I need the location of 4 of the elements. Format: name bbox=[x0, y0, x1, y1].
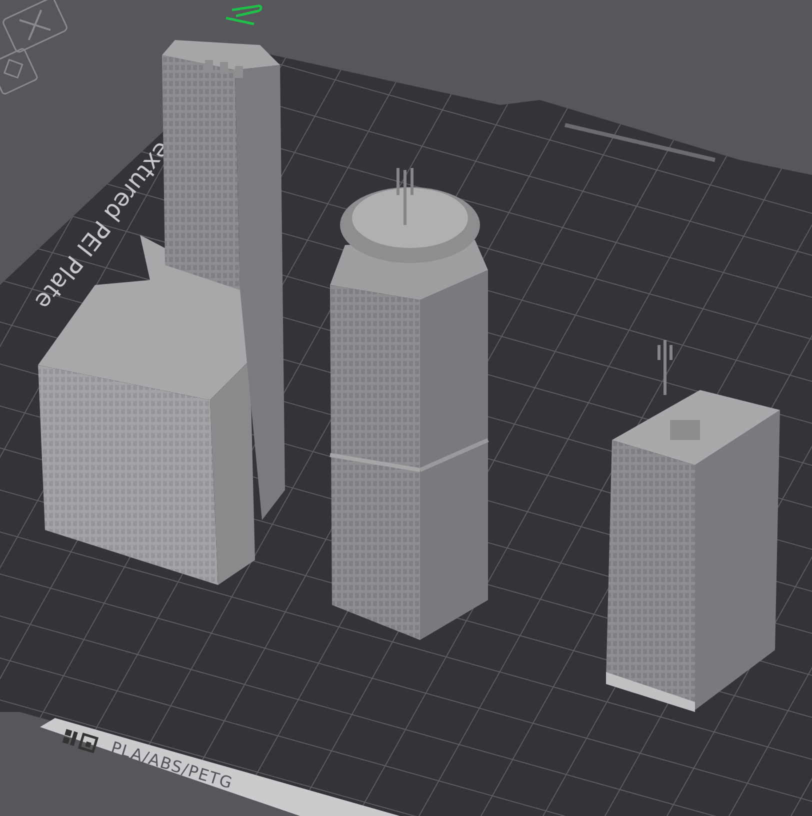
plate-number-icon bbox=[224, 4, 262, 26]
diamond-icon bbox=[0, 47, 39, 96]
plate-logo-icon bbox=[62, 728, 99, 754]
x-mark-icon bbox=[1, 0, 69, 54]
